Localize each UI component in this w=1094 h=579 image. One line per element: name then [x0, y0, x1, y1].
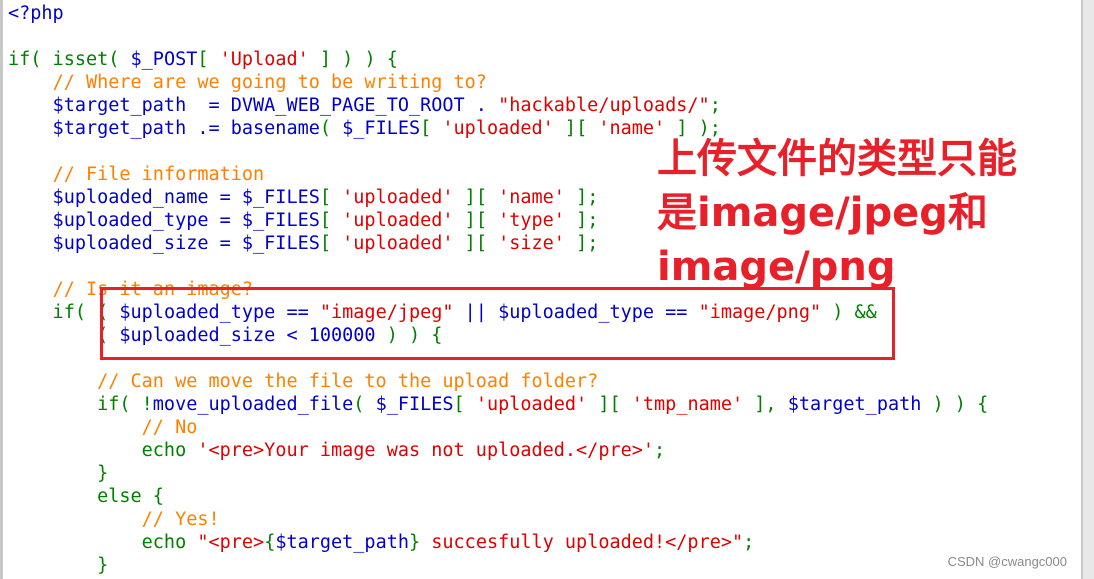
scrollbar[interactable] [1081, 0, 1094, 579]
code-line: } [8, 554, 988, 577]
code-token: // File information [52, 164, 265, 185]
code-token: ], [743, 394, 788, 415]
code-token: [ [420, 118, 443, 139]
code-token: $uploaded_size = $_FILES [8, 233, 320, 254]
code-token: <?php [8, 3, 64, 24]
code-token: ][ [453, 187, 499, 208]
code-token: "hackable/uploads/" [498, 95, 710, 116]
code-token: 'name' [498, 187, 565, 208]
code-token: [ [319, 187, 343, 208]
code-token: ) ) { [921, 394, 989, 415]
code-token: succesfully uploaded!</pre>" [420, 532, 744, 553]
code-line: <?php [8, 2, 988, 25]
code-token: } [8, 555, 109, 576]
code-token: if( ! [8, 394, 153, 415]
code-token: // No [141, 417, 198, 438]
code-line: if( isset( $_POST[ 'Upload' ] ) ) { [8, 48, 988, 71]
code-token: 'size' [498, 233, 565, 254]
code-token: } [8, 463, 109, 484]
code-token: $target_path = DVWA_WEB_PAGE_TO_ROOT . [8, 95, 499, 116]
code-token: // Yes! [141, 509, 220, 530]
code-token: 'uploaded' [342, 210, 454, 231]
code-token: ][ [587, 394, 632, 415]
code-token: if( isset( [8, 49, 131, 70]
code-token: ][ [553, 118, 599, 139]
code-token: 'uploaded' [342, 233, 454, 254]
highlight-box [100, 287, 895, 360]
code-token: $_FILES [375, 394, 454, 415]
code-token: ; [654, 440, 666, 461]
code-token: ( [319, 118, 343, 139]
code-line: // Where are we going to be writing to? [8, 71, 988, 94]
code-token: $_FILES [342, 118, 421, 139]
code-token: [ [453, 394, 476, 415]
code-token: $uploaded_type = $_FILES [8, 210, 320, 231]
code-token: ( [353, 394, 376, 415]
code-token: // Can we move the file to the upload fo… [97, 371, 599, 392]
annotation-line: 上传文件的类型只能 [657, 136, 1017, 182]
code-token: move_uploaded_file [152, 394, 354, 415]
code-token: ][ [453, 210, 499, 231]
code-token: ] ) ) { [308, 49, 398, 70]
code-token: 'Upload' [219, 49, 309, 70]
code-token: 'tmp_name' [631, 394, 744, 415]
code-token: 'uploaded' [342, 187, 454, 208]
annotation-note: 上传文件的类型只能 是image/jpeg和 image/png [657, 132, 1017, 294]
code-editor: <?php if( isset( $_POST[ 'Upload' ] ) ) … [0, 0, 1083, 579]
code-token: [ [319, 233, 343, 254]
code-token: "<pre> [197, 532, 265, 553]
code-token: { [264, 532, 276, 553]
code-token: [ [197, 49, 220, 70]
code-token: '<pre>Your image was not uploaded.</pre>… [197, 440, 655, 461]
annotation-line: 是image/jpeg和 [657, 190, 988, 236]
code-token: $target_path [787, 394, 922, 415]
code-line: // Yes! [8, 508, 988, 531]
code-token: } [408, 532, 421, 553]
code-token: ]; [564, 187, 599, 208]
code-line: if( !move_uploaded_file( $_FILES[ 'uploa… [8, 393, 988, 416]
watermark: CSDN @cwangc000 [947, 554, 1067, 569]
code-line: echo '<pre>Your image was not uploaded.<… [8, 439, 988, 462]
code-token: ]; [564, 233, 599, 254]
code-line: else { [8, 485, 988, 508]
code-token: // Where are we going to be writing to? [52, 72, 487, 93]
code-token: 'name' [598, 118, 666, 139]
code-line: // Can we move the file to the upload fo… [8, 370, 988, 393]
code-token: ][ [453, 233, 499, 254]
code-token: 'uploaded' [475, 394, 588, 415]
code-token: $uploaded_name = $_FILES [8, 187, 320, 208]
code-token: ; [743, 532, 755, 553]
code-line: // No [8, 416, 988, 439]
code-token: 'type' [498, 210, 565, 231]
code-token: $target_path .= basename [8, 118, 320, 139]
code-line: $target_path = DVWA_WEB_PAGE_TO_ROOT . "… [8, 94, 988, 117]
code-line: } [8, 462, 988, 485]
code-token: 'uploaded' [442, 118, 554, 139]
code-token: $target_path [275, 532, 409, 553]
code-token: echo [8, 440, 198, 461]
code-token: else { [8, 486, 164, 507]
code-token: echo [8, 532, 198, 553]
code-line: echo "<pre>{$target_path} succesfully up… [8, 531, 988, 554]
code-token: [ [319, 210, 343, 231]
code-token: ]; [564, 210, 599, 231]
code-token: ; [709, 95, 721, 116]
code-token: $_POST [130, 49, 198, 70]
annotation-line: image/png [657, 244, 896, 290]
